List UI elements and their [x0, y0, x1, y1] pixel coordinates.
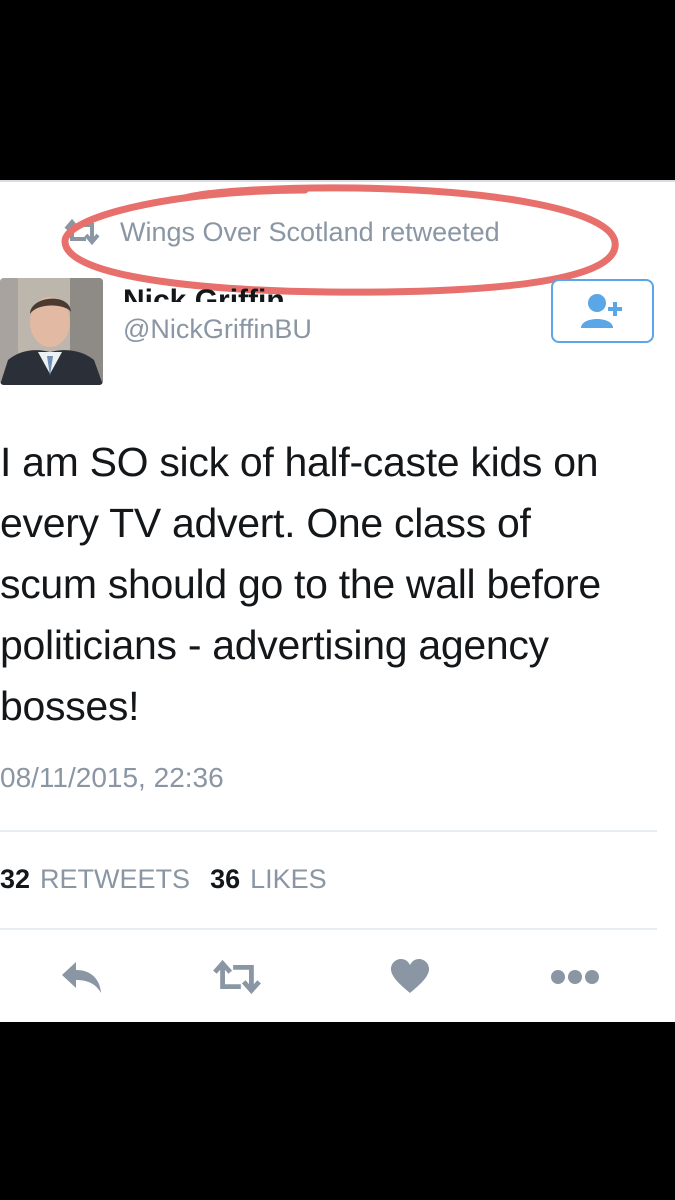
display-name[interactable]: Nick Griffin — [123, 272, 285, 302]
like-icon — [391, 959, 429, 993]
tweet-stats: 32 RETWEETS 36 LIKES — [0, 864, 327, 895]
reply-button[interactable] — [57, 957, 107, 997]
add-user-icon — [580, 294, 622, 328]
user-handle[interactable]: @NickGriffinBU — [123, 314, 312, 345]
reply-icon — [62, 962, 101, 993]
retweet-button[interactable] — [212, 957, 262, 997]
avatar[interactable] — [0, 278, 103, 385]
tweet-timestamp[interactable]: 08/11/2015, 22:36 — [0, 762, 224, 794]
more-icon — [551, 970, 599, 984]
divider — [0, 928, 657, 930]
tweet-card: Wings Over Scotland retweeted Nick Griff… — [0, 180, 675, 1022]
profile-photo — [0, 278, 103, 385]
likes-label[interactable]: LIKES — [250, 864, 327, 895]
retweet-icon — [213, 960, 261, 994]
tweet-text: I am SO sick of half-caste kids on every… — [0, 439, 601, 729]
follow-button[interactable] — [551, 279, 654, 343]
retweets-label[interactable]: RETWEETS — [40, 864, 190, 895]
more-button[interactable] — [550, 957, 600, 997]
tweet-actions — [0, 957, 675, 1007]
like-button[interactable] — [385, 957, 435, 997]
divider — [0, 830, 657, 832]
likes-count[interactable]: 36 — [210, 864, 240, 895]
retweets-count[interactable]: 32 — [0, 864, 30, 895]
